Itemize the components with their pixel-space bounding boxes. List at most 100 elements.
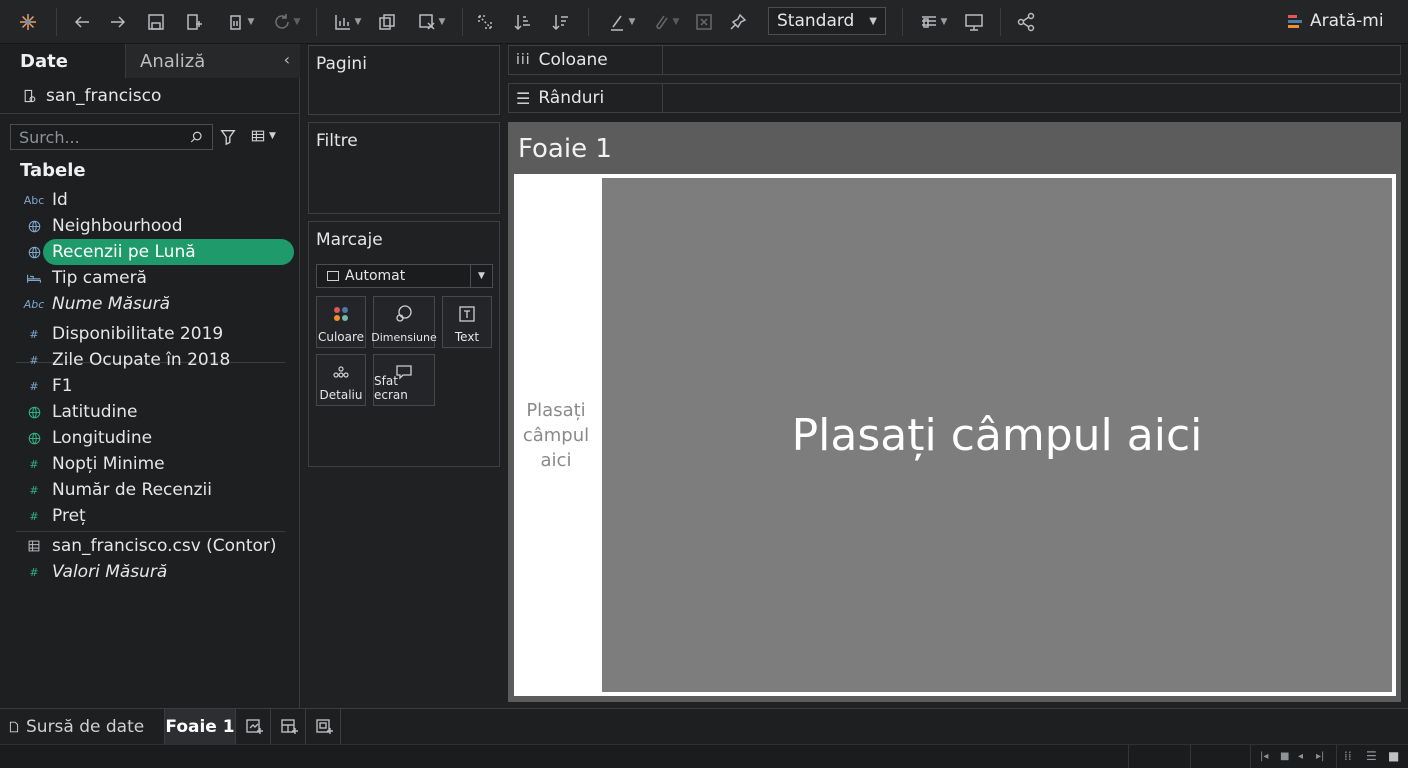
- tooltip-icon: [374, 362, 434, 382]
- color-dots-icon: [317, 304, 365, 324]
- tab-sheet-1[interactable]: Foaie 1: [164, 709, 236, 745]
- new-story-tab-icon[interactable]: [314, 717, 334, 737]
- columns-shelf[interactable]: iii Coloane: [508, 45, 1401, 75]
- view-drop-zone[interactable]: Plasați câmpul aici: [598, 174, 1396, 696]
- view-drop-text: Plasați câmpul aici: [602, 178, 1392, 692]
- field-item-reviews-per-month[interactable]: Recenzii pe Lună: [16, 239, 294, 265]
- worksheet-area: Foaie 1 Plasați câmpul aici Plasați câmp…: [508, 122, 1401, 702]
- duplicate-sheet-icon[interactable]: [374, 8, 400, 36]
- globe-icon: [16, 219, 52, 234]
- sort-descending-icon[interactable]: [548, 8, 574, 36]
- tab-data[interactable]: Date: [0, 44, 125, 78]
- field-item-price[interactable]: # Preț: [16, 503, 294, 529]
- field-item-longitude[interactable]: Longitudine: [16, 425, 294, 451]
- sheet-sorter-icon[interactable]: ⁞⁞: [1344, 749, 1352, 763]
- next-sheet-icon[interactable]: ▸|: [1316, 751, 1324, 762]
- detail-button[interactable]: Detaliu: [316, 354, 366, 406]
- pages-shelf[interactable]: Pagini: [308, 45, 500, 115]
- table-icon: [16, 539, 52, 553]
- bed-icon: [16, 270, 52, 286]
- columns-shelf-label: iii Coloane: [509, 46, 663, 74]
- tab-analysis[interactable]: Analiză ‹: [125, 44, 300, 78]
- number-type-icon: #: [29, 565, 39, 579]
- share-icon[interactable]: [1014, 8, 1038, 36]
- stop-icon[interactable]: ■: [1280, 751, 1289, 762]
- chevron-down-icon: ▼: [470, 265, 492, 287]
- fit-select[interactable]: Standard ▼: [768, 7, 886, 35]
- presentation-mode-icon[interactable]: [962, 8, 986, 36]
- group-members-icon[interactable]: ▼: [646, 8, 684, 36]
- pages-shelf-title: Pagini: [316, 54, 367, 74]
- search-icon[interactable]: [189, 130, 204, 145]
- filmstrip-icon[interactable]: ☰: [1366, 749, 1377, 763]
- filters-shelf[interactable]: Filtre: [308, 122, 500, 214]
- section-divider: [16, 531, 285, 532]
- size-button[interactable]: Dimensiune: [371, 296, 437, 348]
- previous-sheet-icon[interactable]: ◂: [1298, 751, 1303, 762]
- rows-drop-text-line: câmpul: [522, 424, 590, 446]
- status-bar: |◂ ■ ◂ ▸| ⁞⁞ ☰ ■: [0, 744, 1408, 768]
- refresh-icon[interactable]: ▼: [266, 8, 306, 36]
- filters-shelf-title: Filtre: [316, 131, 358, 151]
- field-item-record-count[interactable]: san_francisco.csv (Contor): [16, 533, 294, 559]
- show-me-icon: [1288, 14, 1302, 28]
- undo-icon[interactable]: [70, 8, 94, 36]
- first-sheet-icon[interactable]: |◂: [1260, 751, 1268, 762]
- field-item-f1[interactable]: # F1: [16, 373, 294, 399]
- field-item-occupied-days-2018[interactable]: # Zile Ocupate în 2018: [16, 347, 294, 373]
- new-data-source-icon[interactable]: [182, 8, 206, 36]
- marks-card: Marcaje Automat ▼ Culoare Dimensiune Tex…: [308, 221, 500, 467]
- number-type-icon: #: [29, 379, 39, 393]
- clear-sheet-icon[interactable]: ▼: [410, 8, 452, 36]
- text-button[interactable]: Text: [442, 296, 492, 348]
- highlight-icon[interactable]: ▼: [602, 8, 640, 36]
- field-item-latitude[interactable]: Latitudine: [16, 399, 294, 425]
- color-button[interactable]: Culoare: [316, 296, 366, 348]
- toolbar: ▼ ▼ ▼ ▼ ▼ ▼ Standard ▼ ▼ Arată-mi: [0, 0, 1408, 44]
- sheet-title[interactable]: Foaie 1: [518, 134, 612, 164]
- field-item-number-of-reviews[interactable]: # Număr de Recenzii: [16, 477, 294, 503]
- rows-shelf[interactable]: ☰ Rânduri: [508, 83, 1401, 113]
- show-mark-labels-icon[interactable]: [692, 8, 716, 36]
- field-item-measure-names[interactable]: Abc Nume Măsură: [16, 291, 294, 317]
- field-item-room-type[interactable]: Tip cameră: [16, 265, 294, 291]
- new-worksheet-icon[interactable]: ▼: [326, 8, 368, 36]
- field-item-measure-values[interactable]: # Valori Măsură: [16, 559, 294, 585]
- automatic-mark-icon: [327, 271, 339, 281]
- field-name: Valori Măsură: [52, 562, 168, 582]
- show-me-button[interactable]: Arată-mi: [1288, 10, 1384, 32]
- sheet-tabs-bar: Sursă de date Foaie 1: [0, 708, 1408, 745]
- number-type-icon: #: [29, 483, 39, 497]
- new-dashboard-tab-icon[interactable]: [279, 717, 299, 737]
- save-icon[interactable]: [144, 8, 168, 36]
- pause-updates-icon[interactable]: ▼: [218, 8, 262, 36]
- filter-icon[interactable]: [219, 128, 237, 146]
- color-button-label: Culoare: [317, 330, 365, 344]
- field-item-availability-2019[interactable]: # Disponibilitate 2019: [16, 321, 294, 347]
- tooltip-button[interactable]: Sfat ecran: [373, 354, 435, 406]
- field-name: Recenzii pe Lună: [52, 242, 196, 262]
- data-source-item[interactable]: san_francisco: [0, 78, 300, 114]
- view-options-icon[interactable]: ▼: [250, 128, 276, 144]
- field-item-minimum-nights[interactable]: # Nopți Minime: [16, 451, 294, 477]
- show-labels-icon[interactable]: ▼: [912, 8, 954, 36]
- tableau-logo-icon[interactable]: [14, 8, 42, 36]
- tab-data-source[interactable]: Sursă de date: [8, 709, 144, 745]
- mark-type-select[interactable]: Automat ▼: [316, 264, 493, 288]
- size-button-label: Dimensiune: [371, 331, 437, 344]
- field-name: Preț: [52, 506, 86, 526]
- mark-type-value: Automat: [345, 268, 406, 284]
- rows-drop-zone[interactable]: Plasați câmpul aici: [514, 174, 598, 696]
- sort-ascending-icon[interactable]: [510, 8, 536, 36]
- field-item-id[interactable]: Abc Id: [16, 187, 294, 213]
- new-worksheet-tab-icon[interactable]: [244, 717, 264, 737]
- fix-axes-icon[interactable]: [726, 8, 750, 36]
- tabs-view-icon[interactable]: ■: [1388, 749, 1399, 763]
- field-item-neighbourhood[interactable]: Neighbourhood: [16, 213, 294, 239]
- collapse-pane-icon[interactable]: ‹: [284, 50, 290, 69]
- field-search-input[interactable]: [19, 127, 179, 147]
- number-type-icon: #: [29, 353, 39, 367]
- field-name: F1: [52, 376, 73, 396]
- swap-rows-columns-icon[interactable]: [472, 8, 498, 36]
- redo-icon[interactable]: [106, 8, 130, 36]
